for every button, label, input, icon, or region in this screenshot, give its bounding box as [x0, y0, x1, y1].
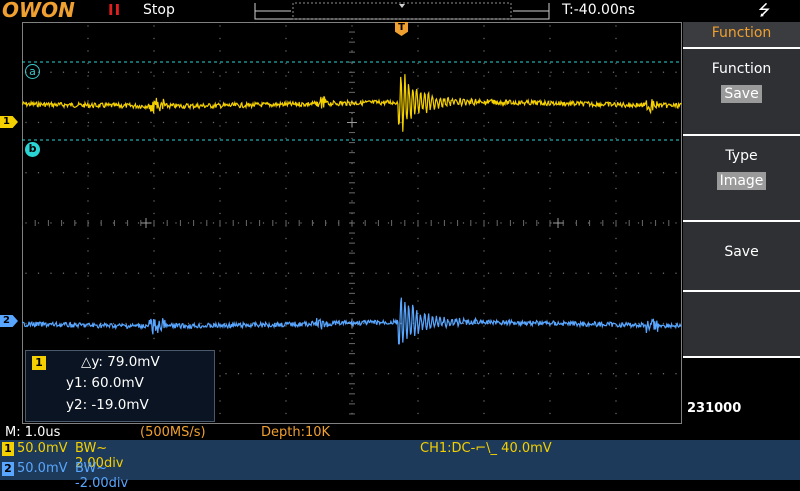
delta-y-value: △y: 79.0mV: [81, 354, 160, 370]
menu-item-label: Save: [724, 244, 759, 260]
cursor-a-label[interactable]: a: [25, 64, 40, 79]
trigger-info-readout: CH1:DC-⌐\_ 40.0mV: [420, 441, 552, 456]
side-menu: Function Function Save Type Image Save 2…: [683, 22, 800, 424]
top-status-bar: OWON II Stop T:-40.00ns ⭍: [0, 0, 800, 22]
memory-depth-readout: Depth:10K: [261, 425, 331, 440]
ch2-offset-marker[interactable]: 2: [0, 315, 18, 327]
menu-item-empty[interactable]: [683, 292, 800, 356]
cursor-b-label[interactable]: b: [25, 142, 40, 157]
trigger-position-bar: [254, 2, 550, 20]
menu-item-function[interactable]: Function Save: [683, 49, 800, 134]
ch2-badge: 2: [2, 462, 14, 476]
trigger-time-readout: T:-40.00ns: [562, 2, 636, 18]
ch2-bw: BW~ -2.00div: [75, 461, 129, 491]
ch1-scale: 50.0mV: [17, 441, 68, 456]
pause-icon[interactable]: II: [108, 1, 121, 19]
ch2-scale: 50.0mV: [17, 461, 68, 476]
menu-title: Function: [683, 22, 800, 47]
menu-footer-text: 231000: [687, 401, 742, 416]
acquisition-info-bar: M: 1.0us (500MS/s) Depth:10K: [0, 424, 683, 440]
menu-item-value: Save: [721, 85, 762, 103]
sample-rate-readout: (500MS/s): [140, 425, 206, 440]
owon-logo: OWON: [2, 0, 75, 22]
y1-value: y1: 60.0mV: [66, 375, 144, 391]
y2-value: y2: -19.0mV: [66, 397, 149, 413]
channel-info-bar: 1 50.0mV BW~ 2.00div 2 50.0mV BW~ -2.00d…: [0, 440, 800, 491]
menu-footer: 231000: [683, 358, 800, 424]
menu-item-type[interactable]: Type Image: [683, 136, 800, 220]
menu-item-label: Function: [711, 61, 772, 77]
acquisition-status: Stop: [143, 2, 175, 18]
cursor-measurement-box: 1 △y: 79.0mV y1: 60.0mV y2: -19.0mV: [25, 350, 215, 422]
timebase-readout: M: 1.0us: [5, 425, 61, 440]
menu-item-save[interactable]: Save: [683, 222, 800, 290]
ch1-badge: 1: [2, 442, 14, 456]
menu-item-label: Type: [725, 148, 758, 164]
menu-item-value: Image: [716, 172, 767, 190]
measurement-channel-badge: 1: [32, 356, 46, 370]
ch1-offset-marker[interactable]: 1: [0, 116, 18, 128]
